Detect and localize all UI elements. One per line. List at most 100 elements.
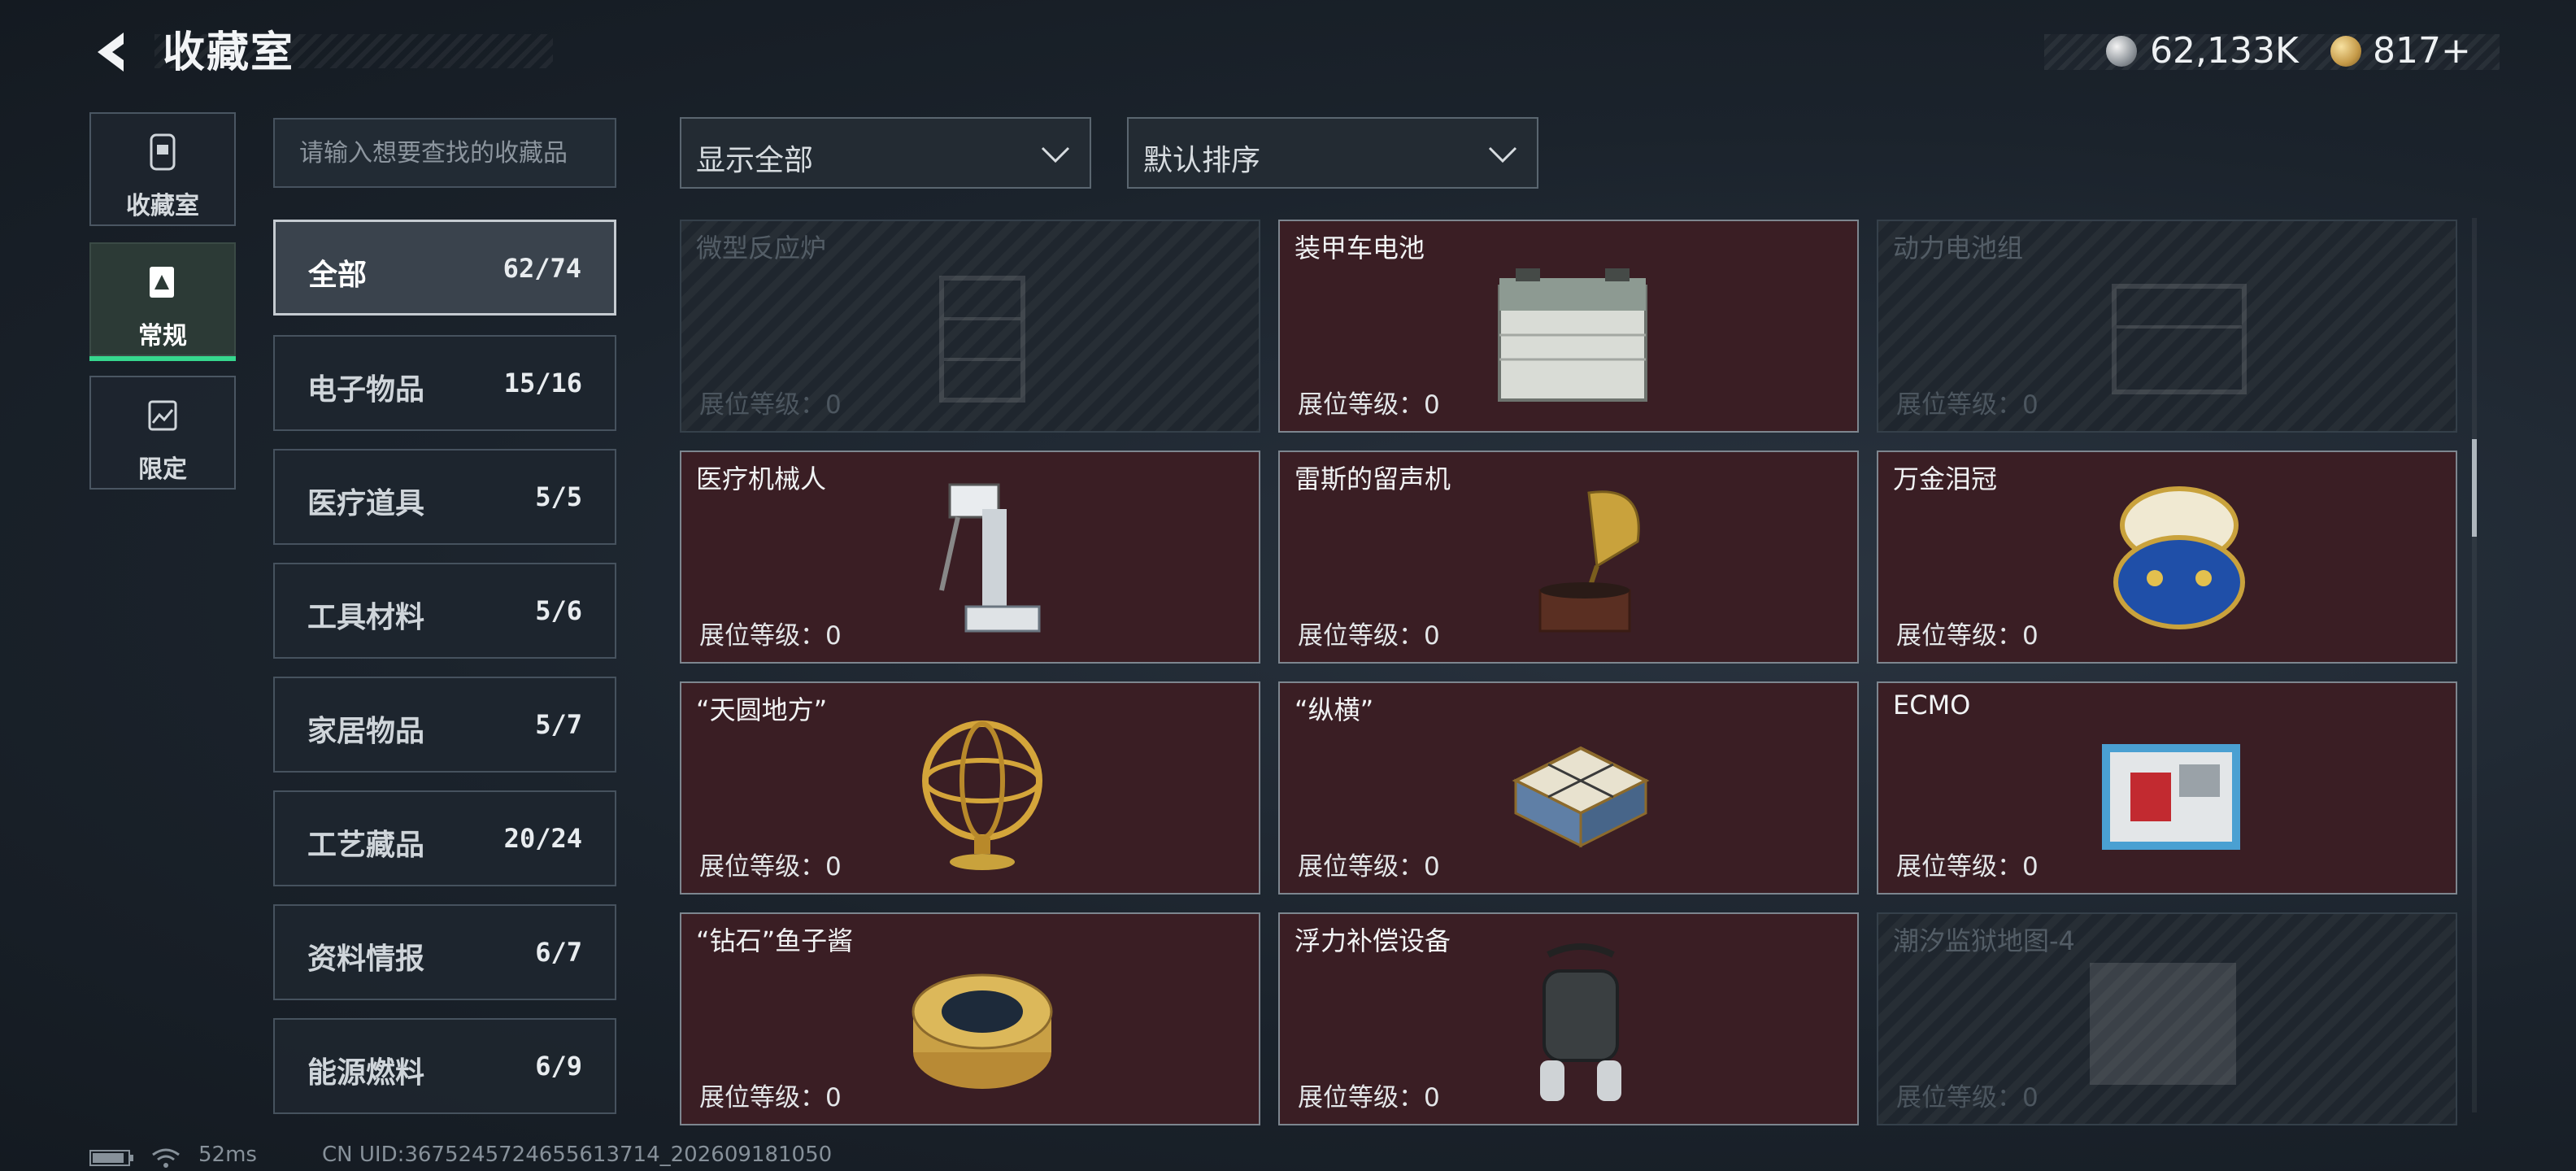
silver-currency-value: 62,133K [2150,30,2299,72]
collectible-card-armillary-sphere[interactable]: “天圆地方” 展位等级：0 [680,681,1260,895]
card-name: 雷斯的留声机 [1295,464,1451,494]
collectible-card-apc-battery[interactable]: 装甲车电池 展位等级：0 [1278,220,1859,433]
back-button[interactable] [88,28,137,76]
category-name: 全部 [308,259,368,292]
gold-currency-value: 817+ [2373,30,2471,72]
silver-coin-icon [2106,36,2137,67]
card-name: 装甲车电池 [1295,233,1425,263]
collectible-card-medical-robot[interactable]: 医疗机械人 展位等级：0 [680,451,1260,664]
booth-level: 展位等级：0 [699,621,842,651]
card-name: 动力电池组 [1893,233,2024,263]
booth-level: 展位等级：0 [1896,621,2039,651]
category-count: 62/74 [503,253,581,284]
nav-tab-label: 收藏室 [126,192,199,220]
booth-level: 展位等级：0 [1298,621,1440,651]
sort-dropdown[interactable]: 默认排序 [1127,117,1538,189]
booth-level: 展位等级：0 [699,1083,842,1112]
category-energy[interactable]: 能源燃料 6/9 [273,1018,616,1114]
chessboard-icon [1512,746,1650,848]
collectible-card-gramophone[interactable]: 雷斯的留声机 展位等级：0 [1278,451,1859,664]
user-uid: CN UID:3675245724655613714_202609181050 [322,1143,833,1167]
collectible-card-caviar[interactable]: “钻石”鱼子酱 展位等级：0 [680,912,1260,1125]
category-name: 工艺藏品 [307,829,425,862]
category-tools[interactable]: 工具材料 5/6 [273,563,616,659]
card-name: “钻石”鱼子酱 [696,925,854,956]
collectible-card-power-battery-pack[interactable]: 动力电池组 展位等级：0 [1877,220,2457,433]
medical-robot-icon [939,483,1041,633]
card-name: 医疗机械人 [696,464,827,494]
map-icon [2090,963,2236,1085]
nav-tab-collection-room[interactable]: 收藏室 [89,112,236,226]
category-intel[interactable]: 资料情报 6/7 [273,904,616,1000]
category-count: 15/16 [503,368,582,398]
sort-value: 默认排序 [1143,144,1261,177]
regular-icon [150,267,174,298]
page-title: 收藏室 [163,28,295,77]
category-name: 资料情报 [307,942,425,976]
armillary-sphere-icon [922,720,1042,870]
category-electronics[interactable]: 电子物品 15/16 [273,335,616,431]
card-name: 万金泪冠 [1893,464,1998,494]
booth-level: 展位等级：0 [699,852,842,882]
category-name: 家居物品 [307,715,425,748]
show-filter-dropdown[interactable]: 显示全部 [680,117,1091,189]
nav-tab-limited[interactable]: 限定 [89,376,236,490]
booth-level: 展位等级：0 [1896,852,2039,882]
battery-icon [1498,268,1647,402]
booth-level: 展位等级：0 [1896,1083,2039,1112]
category-crafts[interactable]: 工艺藏品 20/24 [273,790,616,886]
collectible-card-micro-reactor[interactable]: 微型反应炉 展位等级：0 [680,220,1260,433]
category-count: 5/7 [535,709,582,740]
category-name: 能源燃料 [307,1056,425,1090]
card-name: “天圆地方” [696,694,828,725]
battery-pack-icon [2112,284,2247,394]
buoyancy-device-icon [1540,943,1621,1101]
nav-tab-label: 限定 [138,455,187,484]
collectible-card-jeweled-egg[interactable]: 万金泪冠 展位等级：0 [1877,451,2457,664]
ecmo-machine-icon [2102,744,2240,850]
booth-level: 展位等级：0 [699,390,842,420]
chevron-down-icon [1041,146,1070,163]
scrollbar-track[interactable] [2472,218,2477,1112]
micro-reactor-icon [939,276,1025,403]
booth-level: 展位等级：0 [1896,390,2039,420]
wifi-icon [152,1148,180,1168]
card-name: 潮汐监狱地图-4 [1893,925,2075,956]
nav-tab-label: 常规 [138,322,187,350]
card-name: ECMO [1893,690,1971,720]
gold-coin-icon [2330,36,2361,67]
gramophone-icon [1538,490,1640,633]
jeweled-egg-icon [2113,486,2245,629]
back-arrow-icon [98,33,124,72]
category-count: 5/6 [535,595,582,626]
category-household[interactable]: 家居物品 5/7 [273,677,616,773]
category-all[interactable]: 全部 62/74 [273,220,616,316]
card-name: 浮力补偿设备 [1295,925,1451,956]
collectible-card-ecmo[interactable]: ECMO 展位等级：0 [1877,681,2457,895]
caviar-tin-icon [912,973,1053,1089]
category-count: 5/5 [535,481,582,512]
battery-status-icon [89,1150,133,1166]
search-input[interactable] [273,118,616,188]
chevron-down-icon [1488,146,1517,163]
category-name: 工具材料 [307,601,425,634]
category-medical[interactable]: 医疗道具 5/5 [273,449,616,545]
category-name: 医疗道具 [307,487,425,520]
collectible-card-prison-map[interactable]: 潮汐监狱地图-4 展位等级：0 [1877,912,2457,1125]
limited-icon [148,400,177,431]
category-count: 6/7 [535,937,582,968]
category-count: 6/9 [535,1051,582,1082]
card-name: “纵横” [1295,694,1374,725]
booth-level: 展位等级：0 [1298,390,1440,420]
nav-tab-regular[interactable]: 常规 [89,242,236,361]
scrollbar-thumb[interactable] [2472,439,2477,537]
ping-value: 52ms [198,1143,257,1167]
booth-level: 展位等级：0 [1298,1083,1440,1112]
category-name: 电子物品 [307,373,425,407]
show-filter-value: 显示全部 [696,144,814,177]
collectible-card-buoyancy-compensator[interactable]: 浮力补偿设备 展位等级：0 [1278,912,1859,1125]
collection-room-icon [150,133,176,171]
collectible-card-chess-set[interactable]: “纵横” 展位等级：0 [1278,681,1859,895]
booth-level: 展位等级：0 [1298,852,1440,882]
card-name: 微型反应炉 [696,233,827,263]
